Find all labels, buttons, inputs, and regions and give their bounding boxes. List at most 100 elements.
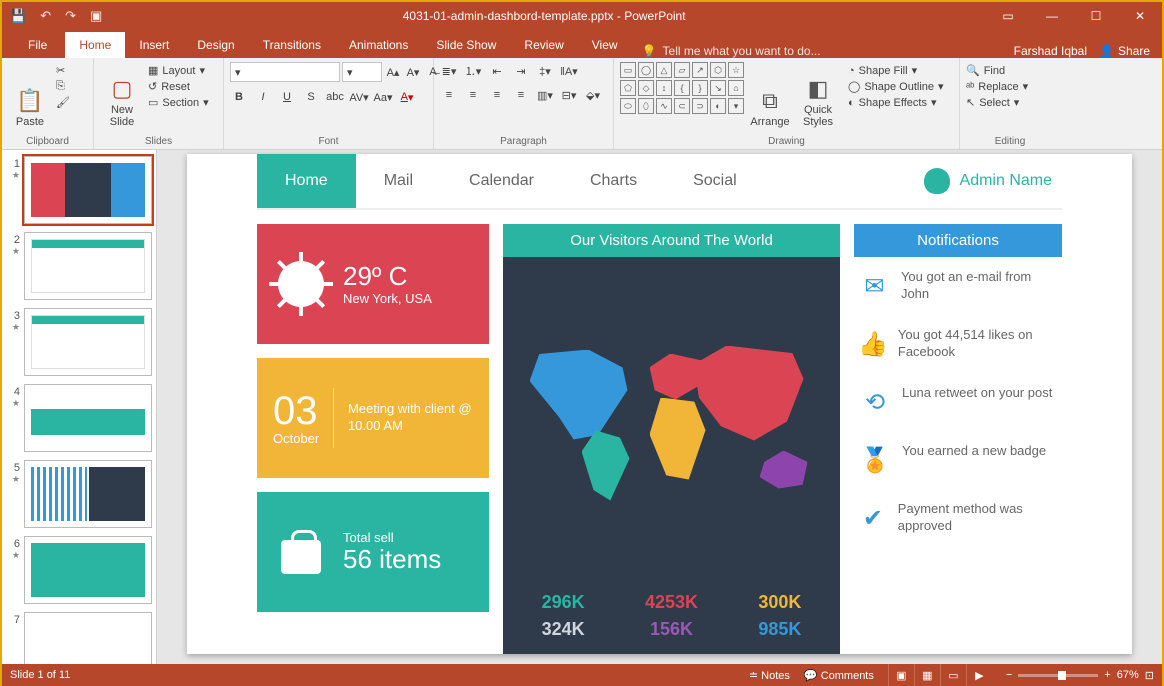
thumb-4[interactable]	[24, 384, 152, 452]
shape-outline-button[interactable]: ◯Shape Outline ▾	[848, 80, 944, 93]
slide-canvas[interactable]: Home Mail Calendar Charts Social Admin N…	[157, 150, 1162, 664]
tab-design[interactable]: Design	[183, 32, 248, 58]
slide-panel[interactable]: 1★ 2★ 3★ 4★ 5★ 6★ 7	[2, 150, 157, 664]
notif-item[interactable]: ✔Payment method was approved	[854, 489, 1062, 547]
tab-animations[interactable]: Animations	[335, 32, 422, 58]
meeting-card[interactable]: 03 October Meeting with client @ 10.00 A…	[257, 358, 489, 478]
thumb-7[interactable]	[24, 612, 152, 664]
align-left-button[interactable]: ≡	[440, 86, 458, 104]
slide-content[interactable]: Home Mail Calendar Charts Social Admin N…	[187, 154, 1132, 654]
format-painter-button[interactable]: 🖌	[56, 96, 70, 109]
bullets-button[interactable]: ≣▾	[440, 62, 458, 80]
tab-view[interactable]: View	[578, 32, 632, 58]
strike-button[interactable]: abc	[326, 88, 344, 106]
smartart-button[interactable]: ⬙▾	[584, 86, 602, 104]
align-text-button[interactable]: ⊟▾	[560, 86, 578, 104]
grow-font-button[interactable]: A▴	[384, 63, 402, 81]
line-spacing-button[interactable]: ‡▾	[536, 62, 554, 80]
reset-button[interactable]: ↺Reset	[148, 80, 209, 93]
thumb-6[interactable]	[24, 536, 152, 604]
weather-card[interactable]: 29º C New York, USA	[257, 224, 489, 344]
font-size-combo[interactable]: ▾	[342, 62, 382, 82]
undo-icon[interactable]: ↶	[40, 8, 51, 24]
thumb-5[interactable]	[24, 460, 152, 528]
fit-button[interactable]: ⊡	[1145, 669, 1154, 682]
justify-button[interactable]: ≡	[512, 86, 530, 104]
nav-calendar[interactable]: Calendar	[441, 154, 562, 208]
align-center-button[interactable]: ≡	[464, 86, 482, 104]
start-slideshow-icon[interactable]: ▣	[90, 8, 102, 24]
shape-effects-button[interactable]: ◐Shape Effects ▾	[848, 96, 944, 109]
minimize-button[interactable]: —	[1030, 2, 1074, 30]
numbering-button[interactable]: ⒈▾	[464, 62, 482, 80]
notif-item[interactable]: ⟲Luna retweet on your post	[854, 373, 1062, 431]
indent-dec-button[interactable]: ⇤	[488, 62, 506, 80]
admin-name[interactable]: Admin Name	[924, 154, 1062, 208]
nav-charts[interactable]: Charts	[562, 154, 665, 208]
notif-item[interactable]: ✉You got an e-mail from John	[854, 257, 1062, 315]
cut-button[interactable]: ✂	[56, 64, 70, 77]
tab-home[interactable]: Home	[65, 32, 125, 58]
underline-button[interactable]: U	[278, 88, 296, 106]
slideshow-view-button[interactable]: ▶	[966, 664, 992, 686]
shapes-gallery[interactable]: ▭◯△▱↗⬡☆ ⬠◇↕{}↘⌂ ⬭⬯∿⊂⊃◐▾	[620, 62, 744, 114]
bold-button[interactable]: B	[230, 88, 248, 106]
save-icon[interactable]: 💾	[10, 8, 26, 24]
world-map	[503, 257, 840, 584]
tab-file[interactable]: File	[14, 32, 65, 58]
tab-review[interactable]: Review	[510, 32, 577, 58]
align-right-button[interactable]: ≡	[488, 86, 506, 104]
new-slide-button[interactable]: ▢ New Slide	[100, 62, 144, 128]
thumb-1[interactable]	[24, 156, 152, 224]
layout-button[interactable]: ▦Layout ▾	[148, 64, 209, 77]
sorter-view-button[interactable]: ▦	[914, 664, 940, 686]
notif-item[interactable]: 🏅You earned a new badge	[854, 431, 1062, 489]
case-button[interactable]: Aa▾	[374, 88, 392, 106]
slide-counter[interactable]: Slide 1 of 11	[10, 669, 70, 681]
select-button[interactable]: ↖Select ▾	[966, 96, 1028, 109]
sell-card[interactable]: Total sell 56 items	[257, 492, 489, 612]
nav-social[interactable]: Social	[665, 154, 765, 208]
tab-transitions[interactable]: Transitions	[249, 32, 335, 58]
close-button[interactable]: ✕	[1118, 2, 1162, 30]
spacing-button[interactable]: AV▾	[350, 88, 368, 106]
columns-button[interactable]: ▥▾	[536, 86, 554, 104]
ribbon-options-icon[interactable]: ▭	[986, 2, 1030, 30]
font-color-button[interactable]: A▾	[398, 88, 416, 106]
nav-mail[interactable]: Mail	[356, 154, 441, 208]
nav-home[interactable]: Home	[257, 154, 356, 208]
notes-button[interactable]: ≐ Notes	[749, 669, 790, 682]
quick-styles-button[interactable]: ◧ Quick Styles	[796, 62, 840, 128]
section-button[interactable]: ▭Section ▾	[148, 96, 209, 109]
paste-button[interactable]: 📋 Paste	[8, 62, 52, 128]
share-button[interactable]: 👤 Share	[1099, 44, 1150, 58]
arrange-button[interactable]: ⧉ Arrange	[748, 62, 792, 128]
tab-slideshow[interactable]: Slide Show	[422, 32, 510, 58]
zoom-in-button[interactable]: +	[1104, 669, 1110, 681]
status-bar: Slide 1 of 11 ≐ Notes 💬 Comments ▣ ▦ ▭ ▶…	[2, 664, 1162, 686]
zoom-slider[interactable]	[1018, 674, 1098, 677]
thumb-3[interactable]	[24, 308, 152, 376]
reading-view-button[interactable]: ▭	[940, 664, 966, 686]
copy-button[interactable]: ⎘	[56, 80, 70, 93]
text-direction-button[interactable]: ‖A▾	[560, 62, 578, 80]
font-family-combo[interactable]: ▾	[230, 62, 340, 82]
user-name[interactable]: Farshad Iqbal	[1014, 44, 1087, 58]
shape-fill-button[interactable]: ◔Shape Fill ▾	[848, 64, 944, 77]
replace-button[interactable]: ᵃᵇReplace ▾	[966, 80, 1028, 93]
indent-inc-button[interactable]: ⇥	[512, 62, 530, 80]
maximize-button[interactable]: ☐	[1074, 2, 1118, 30]
zoom-level[interactable]: 67%	[1117, 669, 1139, 681]
tell-me[interactable]: 💡 Tell me what you want to do...	[642, 44, 821, 58]
shadow-button[interactable]: S	[302, 88, 320, 106]
shrink-font-button[interactable]: A▾	[404, 63, 422, 81]
thumb-2[interactable]	[24, 232, 152, 300]
tab-insert[interactable]: Insert	[125, 32, 183, 58]
normal-view-button[interactable]: ▣	[888, 664, 914, 686]
italic-button[interactable]: I	[254, 88, 272, 106]
comments-button[interactable]: 💬 Comments	[804, 669, 874, 682]
redo-icon[interactable]: ↷	[65, 8, 76, 24]
notif-item[interactable]: 👍You got 44,514 likes on Facebook	[854, 315, 1062, 373]
find-button[interactable]: 🔍Find	[966, 64, 1028, 77]
zoom-out-button[interactable]: −	[1006, 669, 1012, 681]
